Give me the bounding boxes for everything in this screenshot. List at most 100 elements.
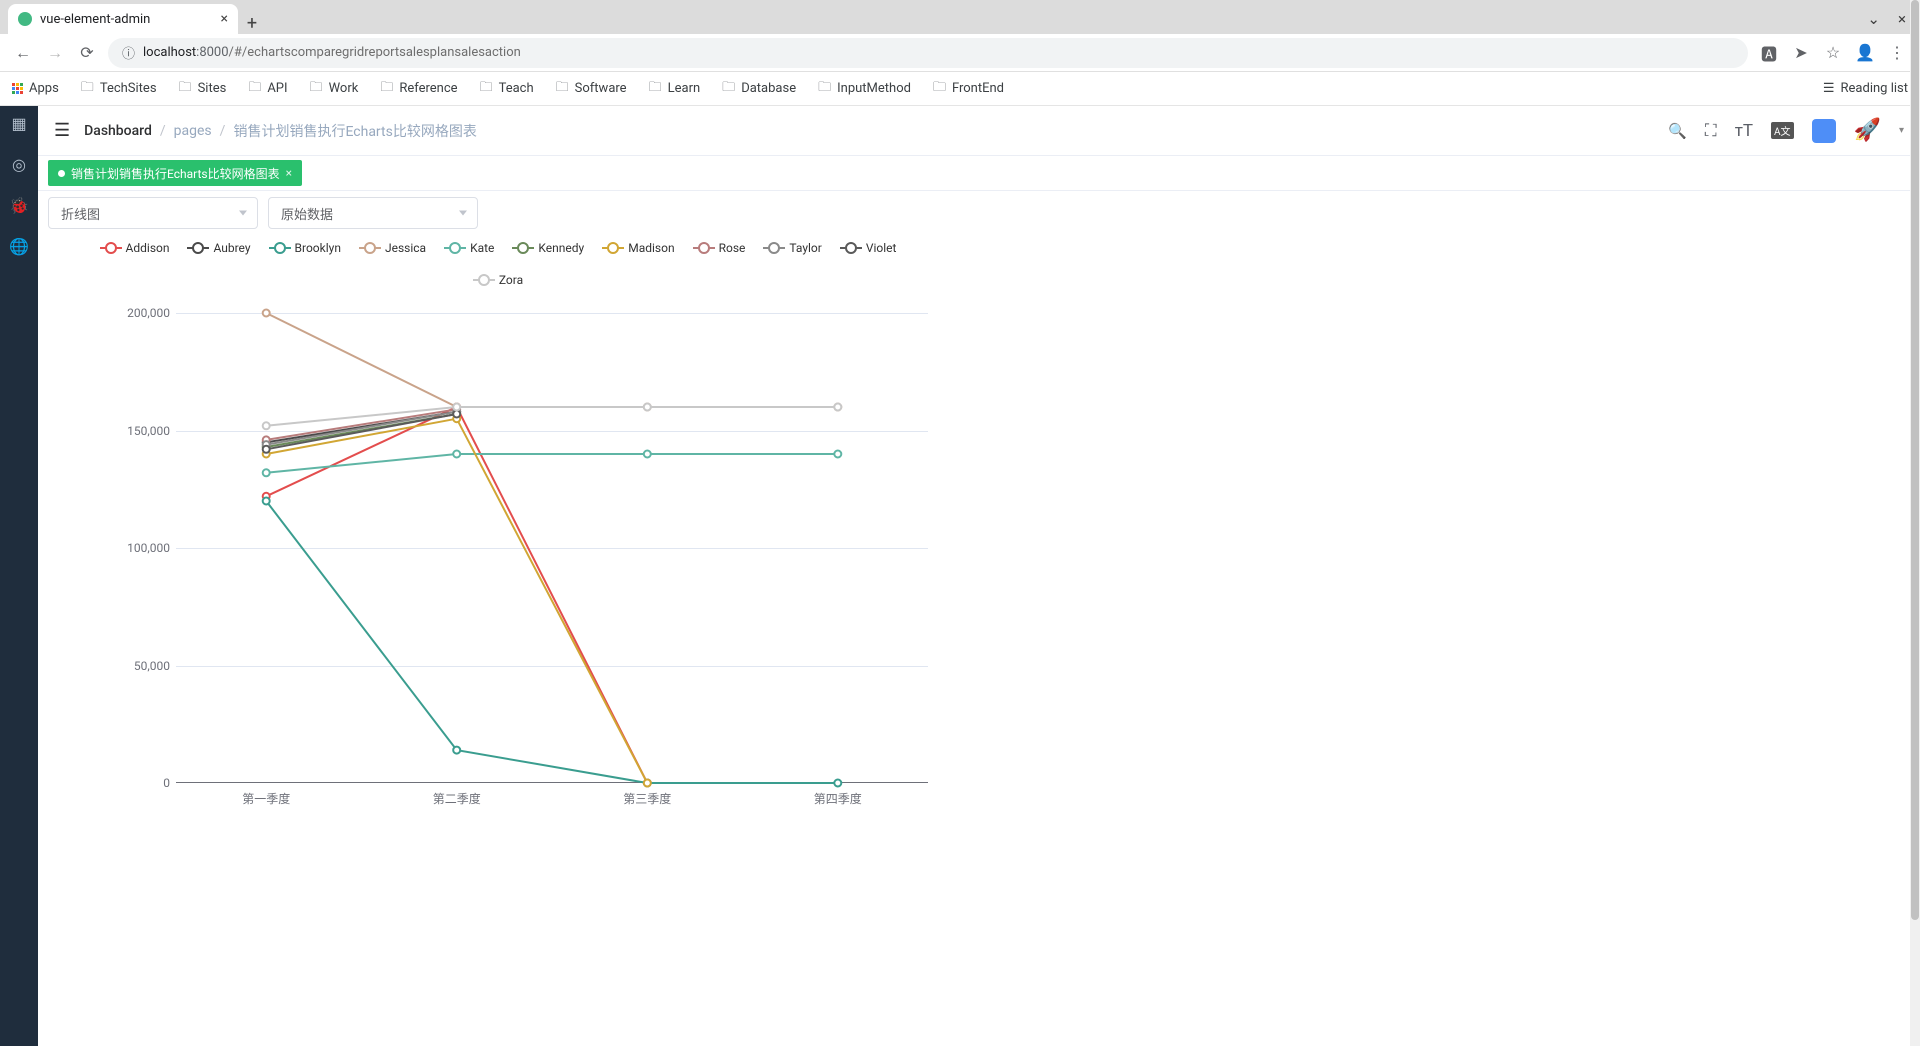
- legend-marker-icon: [187, 247, 209, 249]
- browser-tab[interactable]: vue-element-admin ×: [8, 4, 238, 34]
- reading-list[interactable]: ☰ Reading list: [1823, 81, 1908, 96]
- legend-item[interactable]: Kate: [444, 241, 494, 255]
- close-tab-icon[interactable]: ×: [221, 11, 228, 27]
- series-point: [263, 310, 270, 317]
- x-tick-label: 第四季度: [814, 790, 862, 807]
- series-line: [266, 407, 647, 783]
- sidebar-item-guide-icon[interactable]: ◎: [12, 155, 26, 174]
- series-point: [453, 747, 460, 754]
- fullscreen-icon[interactable]: [1705, 121, 1717, 141]
- forward-icon[interactable]: →: [44, 43, 66, 63]
- series-point: [453, 404, 460, 411]
- folder-icon: 🗀: [248, 78, 261, 100]
- folder-icon: 🗀: [722, 78, 735, 100]
- legend-label: Kennedy: [538, 241, 584, 255]
- bookmark-folder[interactable]: 🗀FrontEnd: [933, 78, 1004, 100]
- hamburger-icon[interactable]: ☰: [54, 120, 70, 141]
- legend-item[interactable]: Rose: [693, 241, 746, 255]
- legend-item[interactable]: Kennedy: [512, 241, 584, 255]
- series-point: [453, 451, 460, 458]
- breadcrumb-current: 销售计划销售执行Echarts比较网格图表: [233, 121, 476, 141]
- legend-item[interactable]: Violet: [840, 241, 897, 255]
- theme-picker[interactable]: [1812, 119, 1836, 143]
- send-icon[interactable]: ➤: [1790, 43, 1812, 62]
- chevron-down-icon[interactable]: ⌄: [1867, 10, 1880, 28]
- legend-item[interactable]: Aubrey: [187, 241, 250, 255]
- bookmark-label: Apps: [29, 81, 59, 96]
- bookmark-folder[interactable]: 🗀 InputMethod: [818, 78, 911, 100]
- site-info-icon[interactable]: ⓘ: [122, 43, 135, 62]
- tab-title: vue-element-admin: [40, 12, 213, 27]
- data-mode-select[interactable]: 原始数据: [268, 197, 478, 229]
- breadcrumb-sep: /: [160, 123, 166, 139]
- y-tick-label: 50,000: [134, 659, 170, 673]
- content: 折线图 原始数据 Addison Aubrey Brooklyn Jessica Kat…: [38, 191, 1920, 1046]
- folder-icon: 🗀: [818, 78, 831, 100]
- legend-item[interactable]: Taylor: [763, 241, 821, 255]
- legend-item[interactable]: Jessica: [359, 241, 426, 255]
- bookmark-label: InputMethod: [837, 81, 911, 96]
- scrollbar-thumb[interactable]: [1911, 0, 1919, 920]
- translate-icon[interactable]: 🅰: [1758, 41, 1780, 65]
- bookmarks-bar: Apps 🗀 TechSites 🗀Sites 🗀API 🗀Work 🗀Refer…: [0, 72, 1920, 106]
- new-tab-button[interactable]: +: [238, 13, 266, 34]
- address-bar[interactable]: ⓘ localhost:8000/#/echartscomparegridrep…: [108, 38, 1748, 68]
- favicon: [18, 12, 32, 26]
- bookmark-folder[interactable]: 🗀Learn: [649, 78, 701, 100]
- window-close-icon[interactable]: ×: [1898, 10, 1906, 28]
- bookmark-label: Teach: [499, 81, 534, 96]
- bookmark-folder[interactable]: 🗀Sites: [179, 78, 227, 100]
- x-tick-label: 第二季度: [433, 790, 481, 807]
- series-point: [263, 422, 270, 429]
- sidebar-item-dashboard-icon[interactable]: ▦: [11, 114, 26, 133]
- legend-item[interactable]: Madison: [602, 241, 674, 255]
- folder-icon: 🗀: [480, 78, 493, 100]
- legend-item[interactable]: Addison: [100, 241, 170, 255]
- kebab-menu-icon[interactable]: ⋮: [1886, 43, 1908, 62]
- star-icon[interactable]: ☆: [1822, 43, 1844, 62]
- sidebar-item-bug-icon[interactable]: 🐞: [9, 196, 29, 215]
- folder-icon: 🗀: [81, 78, 94, 100]
- browser-toolbar: ← → ⟳ ⓘ localhost:8000/#/echartscompareg…: [0, 34, 1920, 72]
- bookmark-label: Software: [575, 81, 627, 96]
- url-port: :8000: [196, 45, 228, 60]
- bookmark-folder[interactable]: 🗀 TechSites: [81, 78, 157, 100]
- legend-label: Kate: [470, 241, 494, 255]
- breadcrumb: Dashboard / pages / 销售计划销售执行Echarts比较网格图…: [84, 121, 477, 141]
- breadcrumb-pages[interactable]: pages: [174, 123, 212, 139]
- language-icon[interactable]: A文: [1771, 122, 1794, 139]
- series-point: [834, 451, 841, 458]
- chart-type-select[interactable]: 折线图: [48, 197, 258, 229]
- folder-icon: 🗀: [380, 78, 393, 100]
- reload-icon[interactable]: ⟳: [76, 43, 98, 62]
- legend-label: Madison: [628, 241, 674, 255]
- url-path: /#/echartscomparegridreportsalesplansale…: [229, 45, 521, 60]
- tag-close-icon[interactable]: ×: [286, 166, 292, 180]
- profile-icon[interactable]: 👤: [1854, 43, 1876, 62]
- back-icon[interactable]: ←: [12, 43, 34, 63]
- apps-icon: [12, 83, 23, 94]
- textsize-icon[interactable]: тT: [1735, 121, 1753, 141]
- y-tick-label: 200,000: [127, 306, 170, 320]
- tag-active[interactable]: 销售计划销售执行Echarts比较网格图表 ×: [48, 160, 302, 186]
- breadcrumb-dashboard[interactable]: Dashboard: [84, 123, 152, 139]
- bookmark-label: TechSites: [100, 81, 157, 96]
- navbar: ☰ Dashboard / pages / 销售计划销售执行Echarts比较网…: [38, 106, 1920, 156]
- bookmark-folder[interactable]: 🗀Work: [310, 78, 359, 100]
- apps-shortcut[interactable]: Apps: [12, 81, 59, 96]
- profile-caret-icon[interactable]: ▾: [1899, 125, 1904, 136]
- url-host: localhost: [143, 45, 196, 60]
- scrollbar-vertical[interactable]: [1910, 0, 1920, 1046]
- bookmark-folder[interactable]: 🗀API: [248, 78, 287, 100]
- list-icon: ☰: [1823, 81, 1835, 96]
- legend-item[interactable]: Brooklyn: [269, 241, 341, 255]
- search-icon[interactable]: [1668, 121, 1687, 141]
- legend-item[interactable]: Zora: [473, 273, 523, 287]
- sidebar-item-international-icon[interactable]: 🌐: [9, 237, 29, 256]
- bookmark-folder[interactable]: 🗀Reference: [380, 78, 457, 100]
- rocket-icon[interactable]: 🚀: [1854, 118, 1881, 143]
- reading-list-label: Reading list: [1841, 81, 1908, 96]
- bookmark-folder[interactable]: 🗀 Teach: [480, 78, 534, 100]
- bookmark-folder[interactable]: 🗀Database: [722, 78, 796, 100]
- bookmark-folder[interactable]: 🗀Software: [556, 78, 627, 100]
